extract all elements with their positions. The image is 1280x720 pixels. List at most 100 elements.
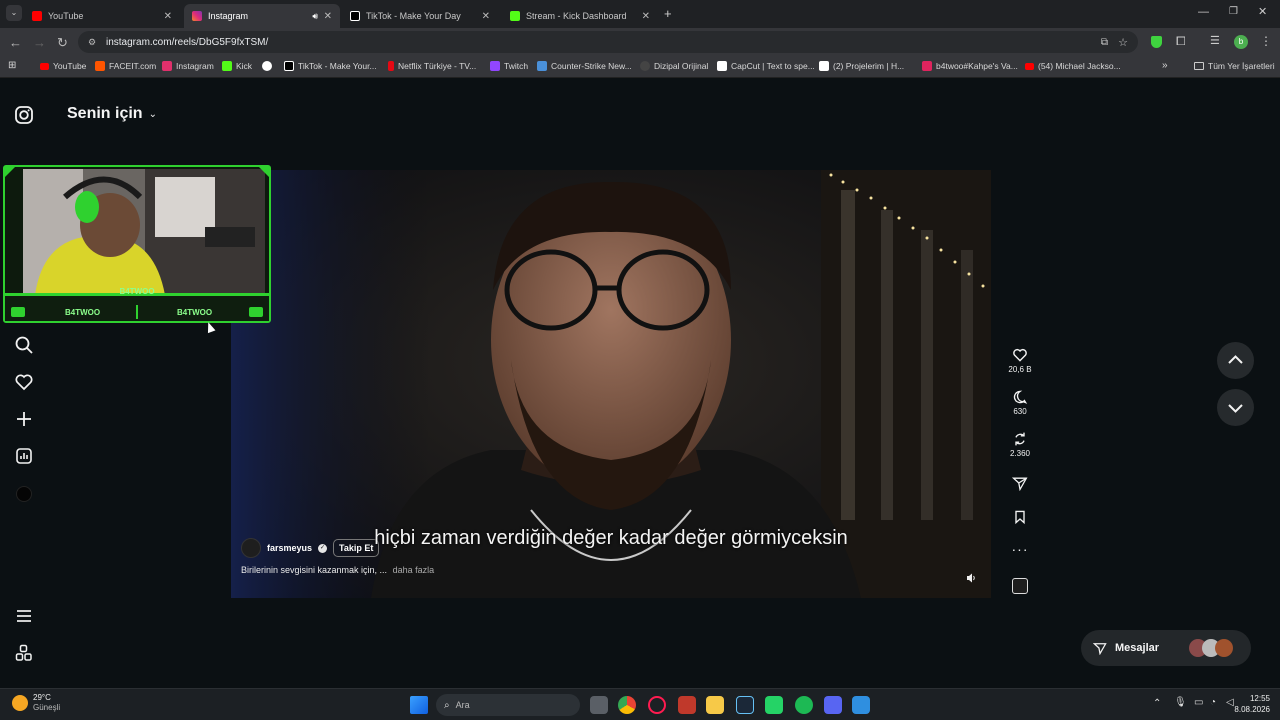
repost-button[interactable]: 2.360 [1004,431,1036,458]
discord-icon[interactable] [824,696,842,714]
folder-icon [1194,62,1204,70]
bookmark-label: CapCut | Text to spe... [731,61,815,71]
whatsapp-icon[interactable] [765,696,783,714]
bookmark-item[interactable]: Twitch [490,61,528,71]
spotify-icon[interactable] [795,696,813,714]
bookmarks-bar: ⊞ YouTube FACEIT.com Instagram Kick TikT… [0,56,1280,78]
save-button[interactable] [1004,509,1036,527]
tray-chevron-up-icon[interactable]: ⌃ [1153,698,1161,709]
next-reel-button[interactable] [1217,389,1254,426]
tab-instagram[interactable]: Instagram 🔊︎ ✕ [184,4,340,28]
bookmark-label: YouTube [53,61,87,71]
install-icon[interactable]: ⧉ [1101,37,1108,48]
bookmark-item[interactable]: (54) Michael Jackso... [1025,61,1121,71]
extensions-icon[interactable]: ⧠ [1176,34,1186,49]
apps-grid-icon[interactable]: ⊞ [8,60,16,71]
more-menu-icon[interactable] [14,606,34,626]
menu-kebab-icon[interactable]: ⋮ [1260,34,1272,48]
wifi-icon[interactable]: ◔ [1210,697,1216,708]
weather-widget[interactable]: 29°C Güneşli [12,693,60,713]
search-icon[interactable] [14,335,34,355]
like-button[interactable]: 20,6 B [1004,347,1036,374]
shield-extension-icon[interactable] [1151,36,1162,48]
more-bookmarks-icon[interactable]: » [1162,60,1168,71]
bookmark-item[interactable]: (2) Projelerim | H... [819,61,904,71]
all-bookmarks-button[interactable]: Tüm Yer İşaretleri [1194,61,1275,71]
reel-video[interactable]: farsmeyus ✓ Takip Et Birilerinin sevgisi… [231,170,991,598]
comment-button[interactable]: 630 [1004,389,1036,416]
reel-caption[interactable]: Birilerinin sevgisini kazanmak için, ...… [241,565,434,575]
more-link[interactable]: daha fazla [393,565,435,575]
previous-reel-button[interactable] [1217,342,1254,379]
close-icon[interactable]: ✕ [164,11,172,22]
restore-button[interactable]: ❐ [1229,6,1238,17]
instagram-social-icon [11,307,25,317]
bookmark-item[interactable]: YouTube [40,61,86,71]
insights-icon[interactable] [14,446,34,466]
close-icon[interactable]: ✕ [482,11,490,22]
bookmark-item[interactable]: b4twoo#Kahpe's Va... [922,61,1018,71]
messages-button[interactable]: Mesajlar [1081,630,1251,666]
bookmark-item[interactable]: Instagram [162,61,214,71]
tab-search-button[interactable]: ⌄ [6,5,22,21]
bookmark-item[interactable]: FACEIT.com [95,61,156,71]
weather-desc: Güneşli [33,703,61,712]
bookmark-item[interactable] [262,61,272,71]
close-icon[interactable]: ✕ [642,11,650,22]
back-arrow-icon[interactable]: ← [9,35,22,50]
minimize-button[interactable]: — [1198,6,1209,18]
steam-icon[interactable] [736,696,754,714]
store-icon[interactable] [852,696,870,714]
file-explorer-icon[interactable] [706,696,724,714]
webcam-name-right: B4TWOO [177,308,213,317]
audio-thumbnail[interactable] [1012,578,1028,594]
bookmark-item[interactable]: Netflix Türkiye - TV... [388,61,476,71]
window-close-button[interactable]: ✕ [1258,5,1267,18]
site-info-icon[interactable]: ⚙︎ [88,37,96,48]
webcam-feed [5,167,269,321]
microphone-icon[interactable]: 🎙︎ [1174,697,1187,708]
bookmark-star-icon[interactable]: ☆ [1118,36,1128,49]
heart-icon[interactable] [14,372,34,392]
youtube-icon [1025,62,1034,70]
bookmark-item[interactable]: Counter-Strike New... [537,61,632,71]
shield-app-icon[interactable] [678,696,696,714]
taskbar-search[interactable]: ⌕ Ara [436,694,580,716]
bookmark-label: Dizipal Orijinal [654,61,709,71]
bookmark-item[interactable]: Kick [222,61,252,71]
bookmark-item[interactable]: TikTok - Make Your... [284,61,377,71]
create-plus-icon[interactable] [14,409,34,429]
page-title: Senin için [67,105,143,122]
youtube-icon [40,62,49,70]
opera-gx-icon[interactable] [648,696,666,714]
toolbar: ← → ↻ ⚙︎ instagram.com/reels/DbG5F9fxTSM… [0,28,1280,56]
tab-tiktok[interactable]: TikTok - Make Your Day ✕ [342,4,498,28]
tab-youtube[interactable]: YouTube ✕ [24,4,180,28]
forward-arrow-icon[interactable]: → [33,35,46,50]
meta-apps-icon[interactable] [14,643,34,663]
bookmark-item[interactable]: Dizipal Orijinal [640,61,708,71]
speaker-icon[interactable]: 🔊︎ [312,11,318,22]
volume-icon[interactable] [965,572,977,584]
more-options-icon[interactable]: ··· [1004,541,1036,557]
share-button[interactable] [1004,475,1036,493]
clock[interactable]: 12:55 8.08.2026 [1228,693,1270,715]
network-icon[interactable]: ▭ [1194,697,1203,708]
windows-start-icon[interactable] [410,696,428,714]
reading-list-icon[interactable]: ☰ [1210,34,1220,47]
new-tab-button[interactable]: + [664,6,672,21]
bookmark-label: Twitch [504,61,529,71]
chrome-icon[interactable] [618,696,636,714]
bookmark-label: Counter-Strike New... [551,61,632,71]
instagram-logo-icon[interactable] [14,105,34,125]
profile-avatar[interactable]: b [1234,35,1248,49]
feed-selector[interactable]: Senin için ⌄ [67,105,157,123]
address-bar[interactable]: ⚙︎ instagram.com/reels/DbG5F9fxTSM/ ⧉ ☆ [78,31,1138,53]
bookmark-item[interactable]: CapCut | Text to spe... [717,61,815,71]
reload-icon[interactable]: ↻ [57,35,68,51]
instagram-icon [162,61,172,71]
tab-kick[interactable]: Stream - Kick Dashboard ✕ [502,4,658,28]
profile-avatar[interactable] [16,486,32,502]
task-view-icon[interactable] [590,696,608,714]
close-icon[interactable]: ✕ [324,11,332,22]
